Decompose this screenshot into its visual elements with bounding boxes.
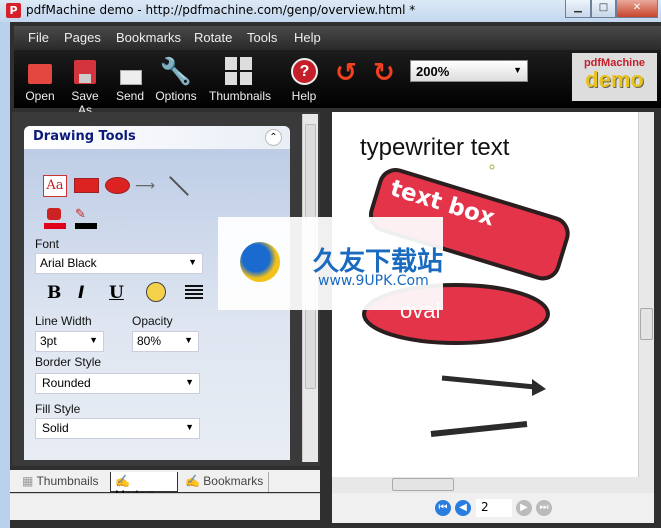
align-justify-icon[interactable] (185, 285, 203, 301)
menu-bookmarks[interactable]: Bookmarks (116, 30, 181, 45)
chevron-down-icon: ▼ (89, 335, 98, 345)
help-icon: ? (287, 56, 321, 86)
open-button[interactable]: Open (24, 56, 56, 103)
tab-markup[interactable]: ✍ Markup (110, 472, 178, 502)
fill-style-value: Solid (42, 421, 69, 435)
chevron-down-icon: ▼ (184, 335, 193, 345)
font-label: Font (35, 237, 60, 251)
send-label: Send (115, 89, 145, 103)
border-style-label: Border Style (35, 355, 102, 369)
window-title: pdfMachine demo - http://pdfmachine.com/… (26, 3, 416, 17)
underline-button[interactable]: U (109, 283, 124, 303)
tab-thumbnails[interactable]: ▦ Thumbnails (18, 472, 108, 492)
font-select[interactable]: Arial Black ▼ (35, 253, 203, 274)
line-width-label: Line Width (35, 314, 92, 328)
collapse-icon[interactable]: ⌃ (265, 129, 282, 146)
typewriter-text[interactable]: typewriter text (360, 134, 510, 161)
arrow-head (532, 379, 546, 396)
rotate-left-icon[interactable]: ↺ (335, 58, 357, 88)
scroll-thumb[interactable] (392, 478, 454, 491)
font-color-icon[interactable] (146, 282, 166, 302)
arrow-tool-icon[interactable]: ⟶ (135, 178, 155, 194)
thumbnails-icon (207, 56, 273, 86)
envelope-clip-icon (114, 56, 146, 86)
options-button[interactable]: 🔧 Options (154, 56, 198, 103)
tab-bookmarks[interactable]: ✍ Bookmarks (181, 472, 269, 492)
send-button[interactable]: Send (114, 56, 146, 103)
thumbnails-label: Thumbnails (208, 89, 272, 103)
opacity-value: 80% (137, 334, 162, 348)
drawing-tools-title: Drawing Tools (33, 129, 136, 144)
first-page-button[interactable]: ⏮ (435, 500, 451, 516)
font-value: Arial Black (40, 256, 97, 270)
save-as-button[interactable]: Save As (63, 56, 107, 117)
arrow-annotation[interactable] (441, 375, 536, 390)
pdfmachine-logo: pdfMachine demo (572, 53, 657, 101)
minimize-button[interactable]: ▁ (565, 0, 591, 18)
thumbnails-icon: ▦ (22, 474, 37, 488)
document-horizontal-scrollbar[interactable] (332, 477, 654, 493)
line-annotation[interactable] (430, 421, 528, 437)
close-button[interactable]: ✕ (616, 0, 658, 18)
thumbnails-button[interactable]: Thumbnails (207, 56, 273, 103)
panel-status (10, 493, 320, 520)
opacity-label: Opacity (132, 314, 173, 328)
options-label: Options (155, 89, 197, 103)
fill-color-icon[interactable] (44, 207, 66, 229)
menu-bar (14, 26, 661, 50)
line-width-value: 3pt (40, 334, 57, 348)
opacity-select[interactable]: 80% ▼ (132, 331, 199, 352)
scroll-thumb[interactable] (640, 308, 653, 340)
chevron-down-icon: ▼ (513, 65, 522, 75)
markup-icon: ✍ (115, 474, 130, 488)
maximize-button[interactable]: □ (591, 0, 616, 18)
drawing-tools-header: Drawing Tools (24, 126, 290, 149)
zoom-select[interactable]: 200% ▼ (410, 60, 528, 82)
chevron-down-icon: ▼ (185, 377, 194, 387)
border-style-select[interactable]: Rounded ▼ (35, 373, 200, 394)
wrench-icon: 🔧 (159, 56, 193, 86)
rectangle-tool-icon[interactable] (74, 178, 99, 193)
last-page-button[interactable]: ⏭ (536, 500, 552, 516)
help-label: Help (291, 89, 317, 103)
bold-button[interactable]: B (47, 283, 61, 303)
next-page-button[interactable]: ▶ (516, 500, 532, 516)
fill-style-select[interactable]: Solid ▼ (35, 418, 200, 439)
line-color-icon[interactable]: ✎ (75, 207, 97, 229)
menu-help[interactable]: Help (294, 30, 321, 45)
rotate-handle[interactable] (489, 164, 495, 170)
document-vertical-scrollbar[interactable] (638, 112, 654, 478)
folder-open-icon (24, 56, 56, 86)
text-tool-button[interactable]: Aa (43, 175, 67, 197)
menu-file[interactable]: File (28, 30, 49, 45)
chevron-down-icon: ▼ (185, 422, 194, 432)
open-label: Open (25, 89, 55, 103)
menu-tools[interactable]: Tools (247, 30, 277, 45)
floppy-disk-icon (63, 56, 107, 86)
border-style-value: Rounded (42, 376, 91, 390)
menu-rotate[interactable]: Rotate (194, 30, 232, 45)
zoom-value: 200% (416, 64, 450, 79)
chevron-down-icon: ▼ (188, 257, 197, 267)
watermark: 久友下载站 www.9UPK.Com (218, 217, 443, 310)
watermark-logo (240, 242, 280, 282)
italic-button[interactable]: I (78, 283, 84, 303)
bookmarks-icon: ✍ (185, 474, 204, 488)
menu-pages[interactable]: Pages (64, 30, 101, 45)
previous-page-button[interactable]: ◀ (455, 500, 471, 516)
rotate-right-icon[interactable]: ↻ (373, 58, 395, 88)
page-number-input[interactable]: 2 (476, 499, 512, 517)
line-width-select[interactable]: 3pt ▼ (35, 331, 104, 352)
oval-tool-icon[interactable] (105, 177, 130, 194)
fill-style-label: Fill Style (35, 402, 81, 416)
help-button[interactable]: ? Help (287, 56, 321, 103)
app-icon: P (6, 3, 21, 18)
watermark-url: www.9UPK.Com (318, 273, 429, 289)
